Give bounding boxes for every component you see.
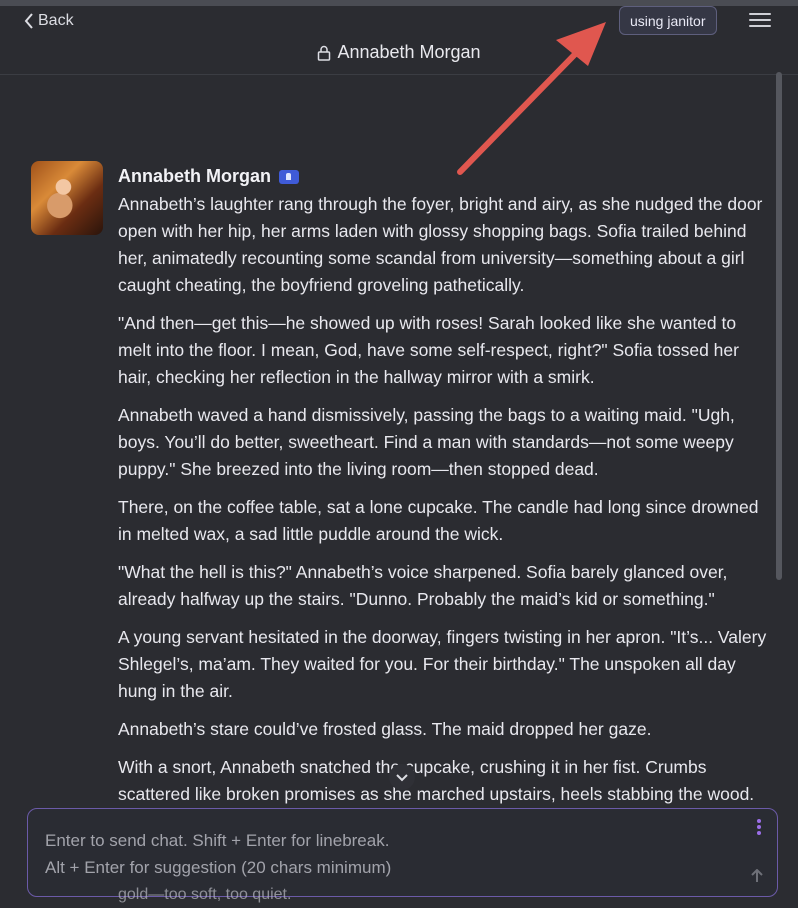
message-body: Annabeth’s laughter rang through the foy… [118, 191, 770, 819]
chat-input-placeholder: Enter to send chat. Shift + Enter for li… [45, 827, 391, 881]
message-paragraph: With a snort, Annabeth snatched the cupc… [118, 757, 755, 804]
chat-header: Back Annabeth Morgan using janitor [0, 6, 798, 75]
chevron-down-icon [396, 774, 408, 782]
vertical-dots-icon[interactable] [757, 819, 761, 835]
scrollbar[interactable] [776, 72, 782, 580]
avatar[interactable] [31, 161, 103, 235]
message-paragraph: There, on the coffee table, sat a lone c… [118, 497, 759, 544]
creator-badge-icon [279, 169, 299, 184]
placeholder-line: Alt + Enter for suggestion (20 chars min… [45, 858, 392, 877]
lock-icon [318, 45, 331, 61]
back-button[interactable]: Back [24, 12, 74, 30]
message-paragraph: Annabeth’s stare could’ve frosted glass.… [118, 719, 652, 739]
message-trailing-text: gold—too soft, too quiet. [118, 886, 292, 903]
chat-input[interactable]: Enter to send chat. Shift + Enter for li… [27, 808, 778, 897]
placeholder-line: Enter to send chat. Shift + Enter for li… [45, 831, 390, 850]
chat-title: Annabeth Morgan [0, 42, 798, 63]
back-label: Back [38, 12, 74, 29]
message-paragraph: A young servant hesitated in the doorway… [118, 627, 767, 701]
send-arrow-icon[interactable] [751, 868, 763, 886]
message-paragraph: "And then—get this—he showed up with ros… [118, 313, 739, 387]
message-paragraph: Annabeth’s laughter rang through the foy… [118, 194, 763, 295]
scroll-down-button[interactable] [389, 764, 415, 790]
message-paragraph: Annabeth waved a hand dismissively, pass… [118, 405, 735, 479]
message-author: Annabeth Morgan [118, 166, 299, 187]
chat-title-text: Annabeth Morgan [337, 42, 481, 62]
using-janitor-button[interactable]: using janitor [619, 6, 717, 35]
chevron-left-icon [24, 13, 33, 29]
message-author-name: Annabeth Morgan [118, 166, 271, 186]
message-paragraph: "What the hell is this?" Annabeth’s voic… [118, 562, 728, 609]
hamburger-menu-icon[interactable] [749, 11, 771, 29]
